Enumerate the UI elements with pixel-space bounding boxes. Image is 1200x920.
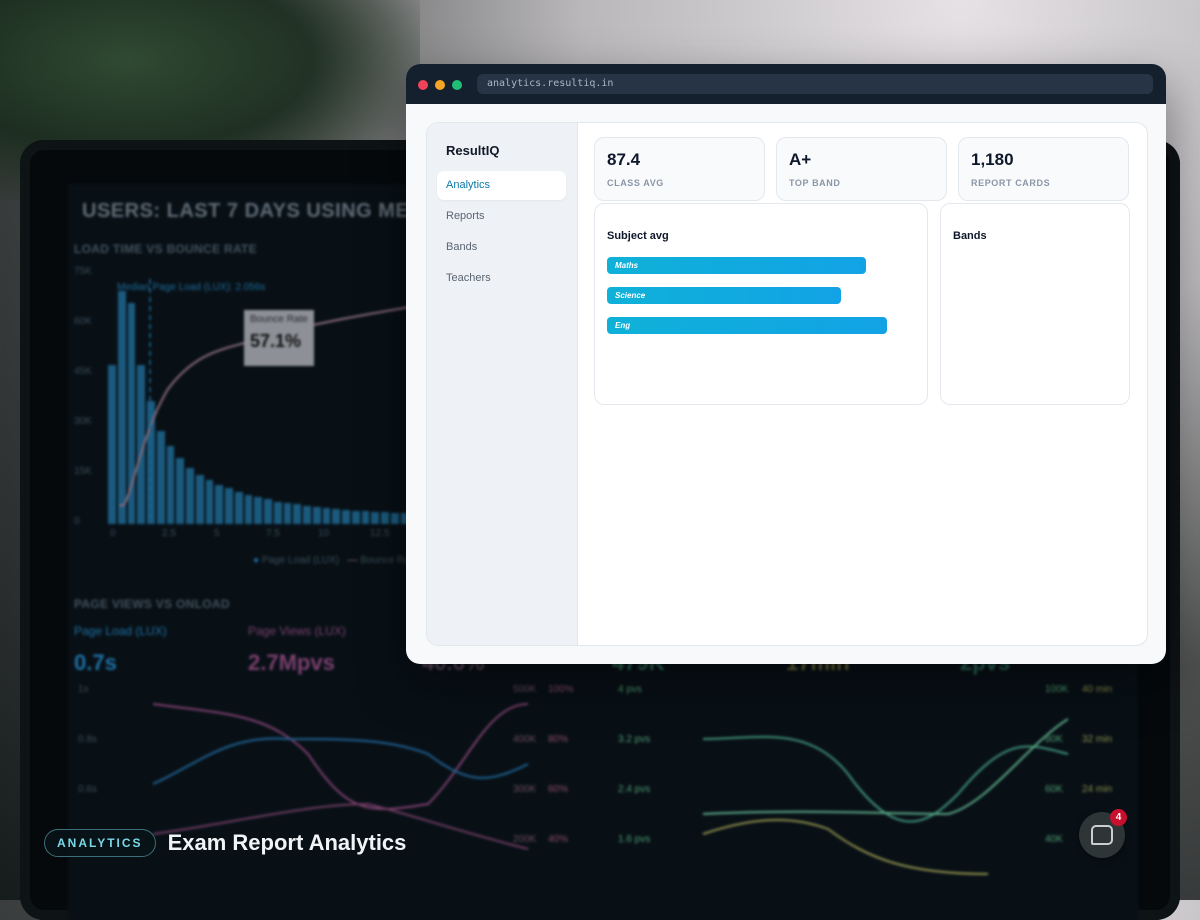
- stat-value: 1,180: [971, 150, 1014, 169]
- bg-x-tick: 12.5: [370, 528, 390, 539]
- bg-chart1-title: LOAD TIME VS BOUNCE RATE: [74, 242, 257, 256]
- stat-value: 87.4: [607, 150, 641, 169]
- chat-icon: [1091, 825, 1113, 845]
- bg-y-tick: 75K: [74, 266, 92, 277]
- subject-bar-label: Maths: [615, 261, 639, 270]
- stat-card-report-cards: 1,180 REPORT CARDS: [958, 137, 1129, 201]
- bg-y-tick: 15K: [74, 466, 92, 477]
- browser-window: analytics.resultiq.in ResultIQ Analytics…: [406, 64, 1166, 664]
- subject-bar: Science: [607, 287, 841, 304]
- sidebar-item-reports[interactable]: Reports: [437, 202, 566, 231]
- stat-label: REPORT CARDS: [971, 178, 1051, 188]
- bg-axis-tick: 24 min: [1082, 784, 1113, 795]
- subject-bar-label: Science: [615, 291, 646, 300]
- subject-bar: Eng: [607, 317, 887, 334]
- bg-legend-1: Page Load (LUX): [261, 555, 340, 566]
- bg-y-tick: 30K: [74, 416, 92, 427]
- bg-axis-tick: 40 min: [1082, 684, 1113, 695]
- stat-value: A+: [789, 150, 812, 169]
- bg-axis-tick: 80K: [1045, 734, 1063, 745]
- bg-tooltip-value: 57.1%: [250, 331, 302, 351]
- bg-axis-tick: 3.2 pvs: [618, 734, 651, 745]
- bg-axis-tick: 32 min: [1082, 734, 1113, 745]
- bg-x-tick: 10: [318, 528, 330, 539]
- bands-panel: Bands: [940, 203, 1130, 405]
- category-tag: ANALYTICS: [44, 829, 156, 857]
- bg-y-tick: 0: [74, 516, 80, 527]
- bg-axis-tick: 2.4 pvs: [618, 784, 651, 795]
- sidebar-item-analytics[interactable]: Analytics: [437, 171, 566, 200]
- subject-avg-panel: Subject avg Maths Science Eng: [594, 203, 928, 405]
- bg-axis-tick: 40K: [1045, 834, 1063, 845]
- bg-y-tick: 45K: [74, 366, 92, 377]
- bg-kpi-value: 0.7s: [74, 650, 117, 675]
- bg-median-annotation: Median Page Load (LUX): 2.056s: [117, 282, 266, 293]
- bg-axis-tick: 4 pvs: [618, 684, 642, 695]
- bg-x-tick: 7.5: [266, 528, 280, 539]
- bg-axis-tick: 1.6 pvs: [618, 834, 651, 845]
- bg-chart2-title: PAGE VIEWS VS ONLOAD: [74, 597, 230, 611]
- subject-bar: Maths: [607, 257, 866, 274]
- minimize-window-button[interactable]: [435, 80, 445, 90]
- bg-kpi-value: 2.7Mpvs: [248, 650, 335, 675]
- sidebar-item-teachers[interactable]: Teachers: [437, 264, 566, 293]
- bg-y-tick: 60K: [74, 316, 92, 327]
- bg-axis-tick: 80%: [548, 734, 569, 745]
- bg-kpi-label: Page Load (LUX): [74, 624, 167, 638]
- main-content: 87.4 CLASS AVG A+ TOP BAND 1,180 REPORT …: [578, 123, 1147, 645]
- sidebar: ResultIQ Analytics Reports Bands Teacher…: [427, 123, 578, 645]
- bg-legend: ● Page Load (LUX) — Bounce Ra: [253, 555, 410, 566]
- bg-kpi-label: Page Views (LUX): [248, 624, 346, 638]
- subject-bar-label: Eng: [615, 321, 631, 330]
- bg-legend-2: Bounce Ra: [360, 555, 410, 566]
- bg-x-tick: 0: [110, 528, 116, 539]
- chat-unread-badge: 4: [1110, 809, 1127, 826]
- bg-axis-tick: 0.8s: [78, 734, 97, 745]
- bg-axis-tick: 60K: [1045, 784, 1063, 795]
- bg-axis-tick: 300K: [513, 784, 537, 795]
- maximize-window-button[interactable]: [452, 80, 462, 90]
- bg-axis-tick: 100%: [548, 684, 574, 695]
- stat-card-class-avg: 87.4 CLASS AVG: [594, 137, 765, 201]
- bg-tooltip: Bounce Rate 57.1%: [244, 310, 314, 366]
- panel-title: Bands: [953, 230, 987, 242]
- bg-heading: USERS: LAST 7 DAYS USING MEDIA: [82, 200, 446, 222]
- bg-tooltip-label: Bounce Rate: [250, 314, 308, 325]
- bg-axis-tick: 400K: [513, 734, 537, 745]
- hero-title: Exam Report Analytics: [167, 830, 407, 855]
- bg-axis-tick: 40%: [548, 834, 569, 845]
- sidebar-item-bands[interactable]: Bands: [437, 233, 566, 262]
- bg-axis-tick: 200K: [513, 834, 537, 845]
- address-bar[interactable]: analytics.resultiq.in: [477, 74, 1153, 94]
- stat-card-top-band: A+ TOP BAND: [776, 137, 947, 201]
- hero-caption: ANALYTICS Exam Report Analytics: [44, 829, 406, 857]
- brand-logo: ResultIQ: [446, 143, 500, 158]
- close-window-button[interactable]: [418, 80, 428, 90]
- panel-title: Subject avg: [607, 230, 669, 242]
- stat-label: TOP BAND: [789, 178, 841, 188]
- bg-x-tick: 2.5: [162, 528, 176, 539]
- bg-axis-tick: 60%: [548, 784, 569, 795]
- bg-axis-tick: 500K: [513, 684, 537, 695]
- browser-titlebar: analytics.resultiq.in: [406, 64, 1166, 104]
- stat-label: CLASS AVG: [607, 178, 664, 188]
- bg-axis-tick: 100K: [1045, 684, 1069, 695]
- bg-x-tick: 5: [214, 528, 220, 539]
- bg-axis-tick: 1s: [78, 684, 89, 695]
- bg-axis-tick: 0.6s: [78, 784, 97, 795]
- app-shell: ResultIQ Analytics Reports Bands Teacher…: [426, 122, 1148, 646]
